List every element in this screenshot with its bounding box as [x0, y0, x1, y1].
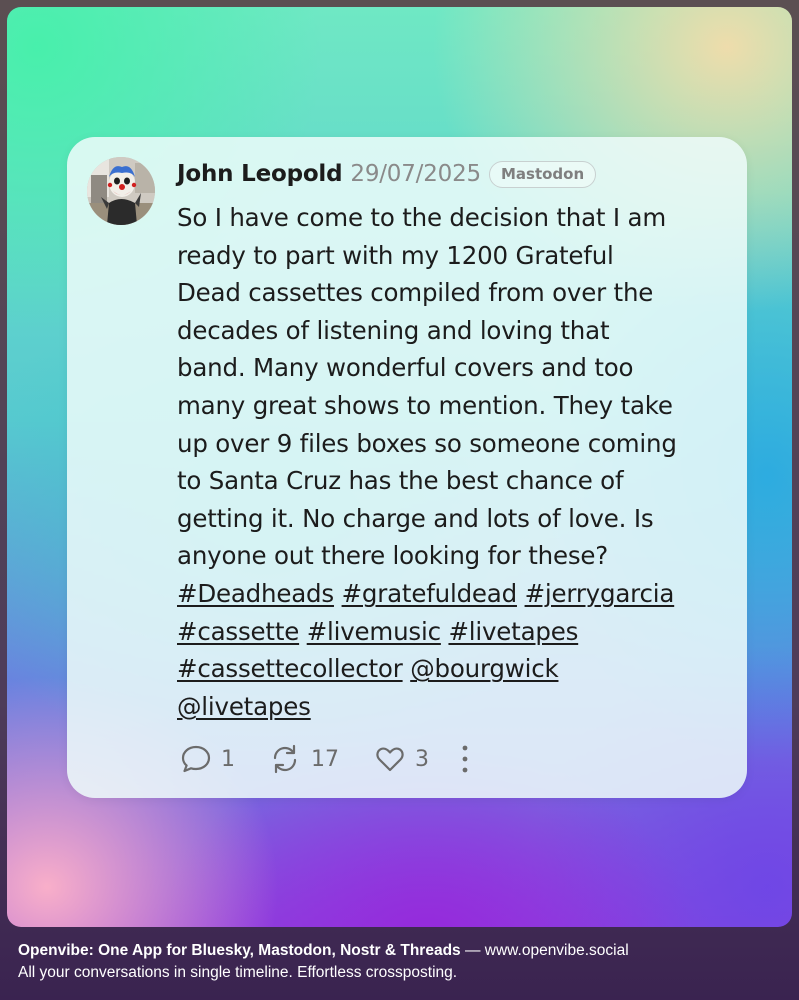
- repost-button[interactable]: 17: [267, 741, 339, 777]
- hashtag-link[interactable]: #Deadheads: [177, 579, 334, 608]
- post-card[interactable]: John Leopold 29/07/2025 Mastodon So I ha…: [67, 137, 747, 798]
- post-text-line: to Santa Cruz has the best chance of: [177, 466, 624, 496]
- post-tags-line: #cassette #livemusic #livetapes: [177, 613, 737, 651]
- footer-separator: —: [460, 942, 485, 959]
- reply-button[interactable]: 1: [179, 742, 235, 776]
- post-tags-line: @livetapes: [177, 688, 737, 726]
- post-text-line: anyone out there looking for these?: [177, 541, 609, 571]
- vertical-ellipsis-icon: [462, 745, 468, 773]
- footer-headline: Openvibe: One App for Bluesky, Mastodon,…: [18, 940, 788, 962]
- post-body: So I have come to the decision that I am…: [177, 199, 737, 725]
- hashtag-link[interactable]: #gratefuldead: [342, 579, 518, 608]
- reply-count: 1: [221, 746, 235, 772]
- like-count: 3: [415, 746, 429, 772]
- post-date: 29/07/2025: [350, 161, 481, 187]
- hashtag-link[interactable]: #cassette: [177, 617, 299, 646]
- more-options-button[interactable]: [455, 742, 475, 776]
- author-name[interactable]: John Leopold: [177, 161, 343, 187]
- hashtag-link[interactable]: #livetapes: [448, 617, 578, 646]
- repost-count: 17: [311, 746, 339, 772]
- footer-title: Openvibe: One App for Bluesky, Mastodon,…: [18, 942, 461, 959]
- mention-link[interactable]: @livetapes: [177, 692, 311, 721]
- footer-tagline: All your conversations in single timelin…: [18, 964, 458, 981]
- post-text-line: band. Many wonderful covers and too: [177, 353, 634, 383]
- speech-bubble-icon: [181, 745, 211, 773]
- avatar[interactable]: [87, 157, 155, 225]
- post-text-line: up over 9 files boxes so someone coming: [177, 428, 677, 458]
- heart-icon: [376, 747, 404, 772]
- like-button[interactable]: 3: [373, 742, 429, 776]
- page-frame: John Leopold 29/07/2025 Mastodon So I ha…: [0, 0, 799, 1000]
- post-text-line: ready to part with my 1200 Grateful: [177, 240, 614, 270]
- network-badge: Mastodon: [488, 160, 597, 188]
- hashtag-link[interactable]: #livemusic: [307, 617, 441, 646]
- mention-link[interactable]: @bourgwick: [410, 654, 558, 683]
- repost-arrows-icon: [273, 744, 297, 774]
- post-text-line: decades of listening and loving that: [177, 315, 610, 345]
- footer-url[interactable]: www.openvibe.social: [485, 942, 629, 959]
- post-actions: 1 17 3: [179, 741, 475, 777]
- post-text-line: So I have come to the decision that I am: [177, 203, 667, 232]
- post-tags-line: #Deadheads #gratefuldead #jerrygarcia: [177, 575, 737, 613]
- post-text-line: getting it. No charge and lots of love. …: [177, 503, 654, 533]
- hashtag-link[interactable]: #jerrygarcia: [525, 579, 675, 608]
- hashtag-link[interactable]: #cassettecollector: [177, 654, 403, 683]
- post-header: John Leopold 29/07/2025 Mastodon: [177, 157, 597, 191]
- post-text-line: many great shows to mention. They take: [177, 390, 673, 420]
- post-text-line: Dead cassettes compiled from over the: [177, 278, 654, 308]
- avatar-image: [87, 157, 155, 225]
- post-tags-line: #cassettecollector @bourgwick: [177, 650, 737, 688]
- promo-footer: Openvibe: One App for Bluesky, Mastodon,…: [18, 940, 788, 984]
- gradient-background: John Leopold 29/07/2025 Mastodon So I ha…: [7, 7, 792, 927]
